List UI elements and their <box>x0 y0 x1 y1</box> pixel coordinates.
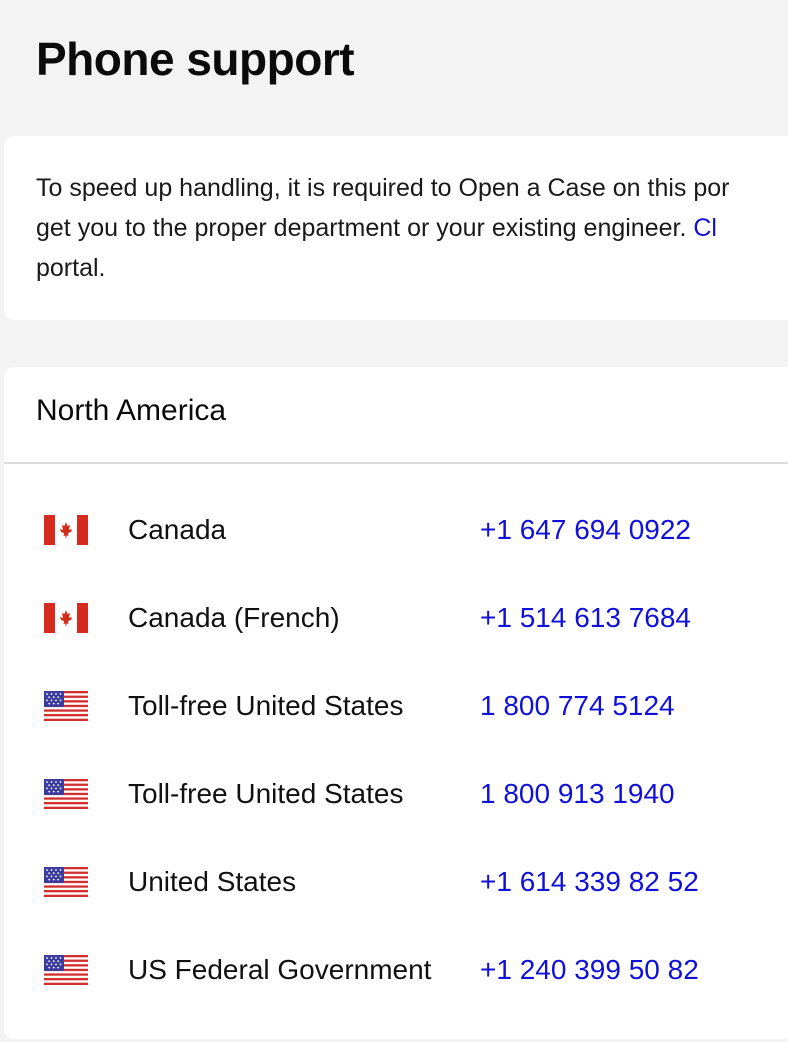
phone-link[interactable]: 1 800 913 1940 <box>480 777 675 811</box>
region-card-north-america: North America Canada +1 647 694 0922 Can… <box>4 367 788 1039</box>
us-flag-icon <box>44 691 88 721</box>
us-flag-icon <box>44 779 88 809</box>
phone-row: US Federal Government +1 240 399 50 82 <box>4 927 788 1015</box>
info-link[interactable]: Cl <box>693 214 717 242</box>
phone-row: Toll-free United States 1 800 774 5124 <box>4 663 788 751</box>
page-title: Phone support <box>36 33 355 85</box>
phone-row: Toll-free United States 1 800 913 1940 <box>4 751 788 839</box>
phone-row: Canada +1 647 694 0922 <box>4 487 788 575</box>
info-text: To speed up handling, it is required to … <box>36 168 788 288</box>
phone-link[interactable]: 1 800 774 5124 <box>480 689 675 723</box>
us-flag-icon <box>44 867 88 897</box>
info-line-2: get you to the proper department or your… <box>36 208 788 248</box>
info-line-1: To speed up handling, it is required to … <box>36 174 730 202</box>
info-card: To speed up handling, it is required to … <box>4 136 788 320</box>
phone-list: Canada +1 647 694 0922 Canada (French) +… <box>4 487 788 1015</box>
canada-flag-icon <box>44 603 88 633</box>
phone-link[interactable]: +1 514 613 7684 <box>480 601 691 635</box>
phone-link[interactable]: +1 647 694 0922 <box>480 513 691 547</box>
country-label: US Federal Government <box>128 954 432 985</box>
phone-link[interactable]: +1 240 399 50 82 <box>480 953 699 987</box>
country-label: Canada (French) <box>128 602 340 633</box>
divider <box>4 462 788 464</box>
phone-link[interactable]: +1 614 339 82 52 <box>480 865 699 899</box>
country-label: Toll-free United States <box>128 690 404 721</box>
info-line-3: portal. <box>36 254 106 282</box>
info-line-2-text: get you to the proper department or your… <box>36 214 694 242</box>
us-flag-icon <box>44 955 88 985</box>
canada-flag-icon <box>44 515 88 545</box>
region-title: North America <box>36 394 227 427</box>
phone-row: United States +1 614 339 82 52 <box>4 839 788 927</box>
phone-row: Canada (French) +1 514 613 7684 <box>4 575 788 663</box>
country-label: Toll-free United States <box>128 778 404 809</box>
country-label: Canada <box>128 514 227 545</box>
country-label: United States <box>128 866 297 897</box>
